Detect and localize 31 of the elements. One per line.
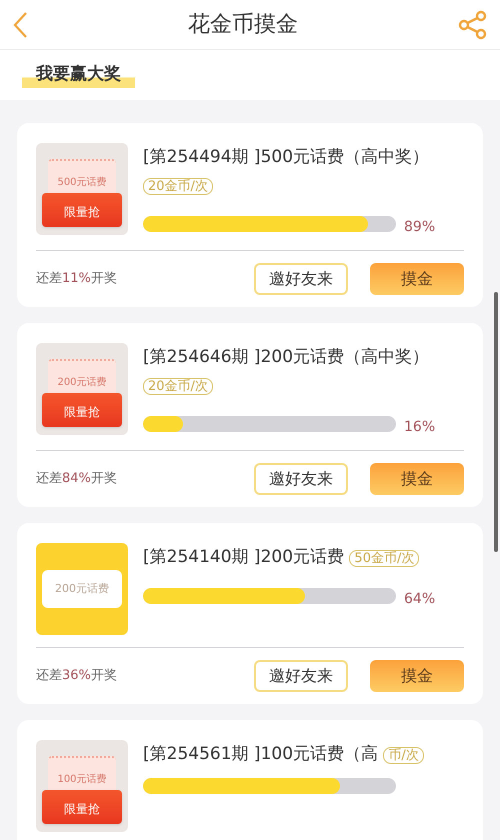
share-icon[interactable]: [458, 10, 488, 40]
price-badge: 20金币/次: [143, 378, 213, 395]
prize-title: [第254561期 ]100元话费（高: [143, 744, 378, 764]
back-icon[interactable]: [12, 10, 28, 38]
draw-button[interactable]: 摸金: [370, 263, 464, 295]
prize-title: [第254494期 ]500元话费（高中奖）: [143, 147, 430, 167]
page-title: 花金币摸金: [188, 11, 298, 39]
ticket-label: 500元话费: [57, 176, 107, 190]
draw-remaining-text: 还差84%开奖: [36, 470, 118, 488]
tag-label: 限量抢: [64, 404, 100, 421]
draw-button[interactable]: 摸金: [370, 660, 464, 692]
prize-title: [第254140期 ]200元话费: [143, 547, 344, 567]
invite-friends-button[interactable]: 邀好友来: [254, 660, 348, 692]
tag-label: 限量抢: [64, 204, 100, 221]
progress-percent: 89%: [404, 218, 436, 237]
invite-friends-button[interactable]: 邀好友来: [254, 463, 348, 495]
ticket-label: 200元话费: [57, 376, 107, 390]
invite-friends-button[interactable]: 邀好友来: [254, 263, 348, 295]
draw-remaining-text: 还差36%开奖: [36, 667, 118, 686]
price-badge: 20金币/次: [143, 178, 213, 195]
progress-percent: 64%: [404, 590, 436, 609]
ticket-label: 200元话费: [55, 580, 109, 597]
draw-remaining-text: 还差11%开奖: [36, 270, 118, 288]
prize-title: [第254646期 ]200元话费（高中奖）: [143, 347, 430, 367]
scrollbar[interactable]: [494, 292, 498, 552]
price-badge: 币/次: [383, 747, 424, 764]
ticket-label: 100元话费: [57, 772, 107, 786]
draw-button[interactable]: 摸金: [370, 463, 464, 495]
progress-percent: 16%: [404, 418, 436, 437]
tag-label: 限量抢: [64, 801, 100, 818]
price-badge: 50金币/次: [349, 550, 420, 567]
